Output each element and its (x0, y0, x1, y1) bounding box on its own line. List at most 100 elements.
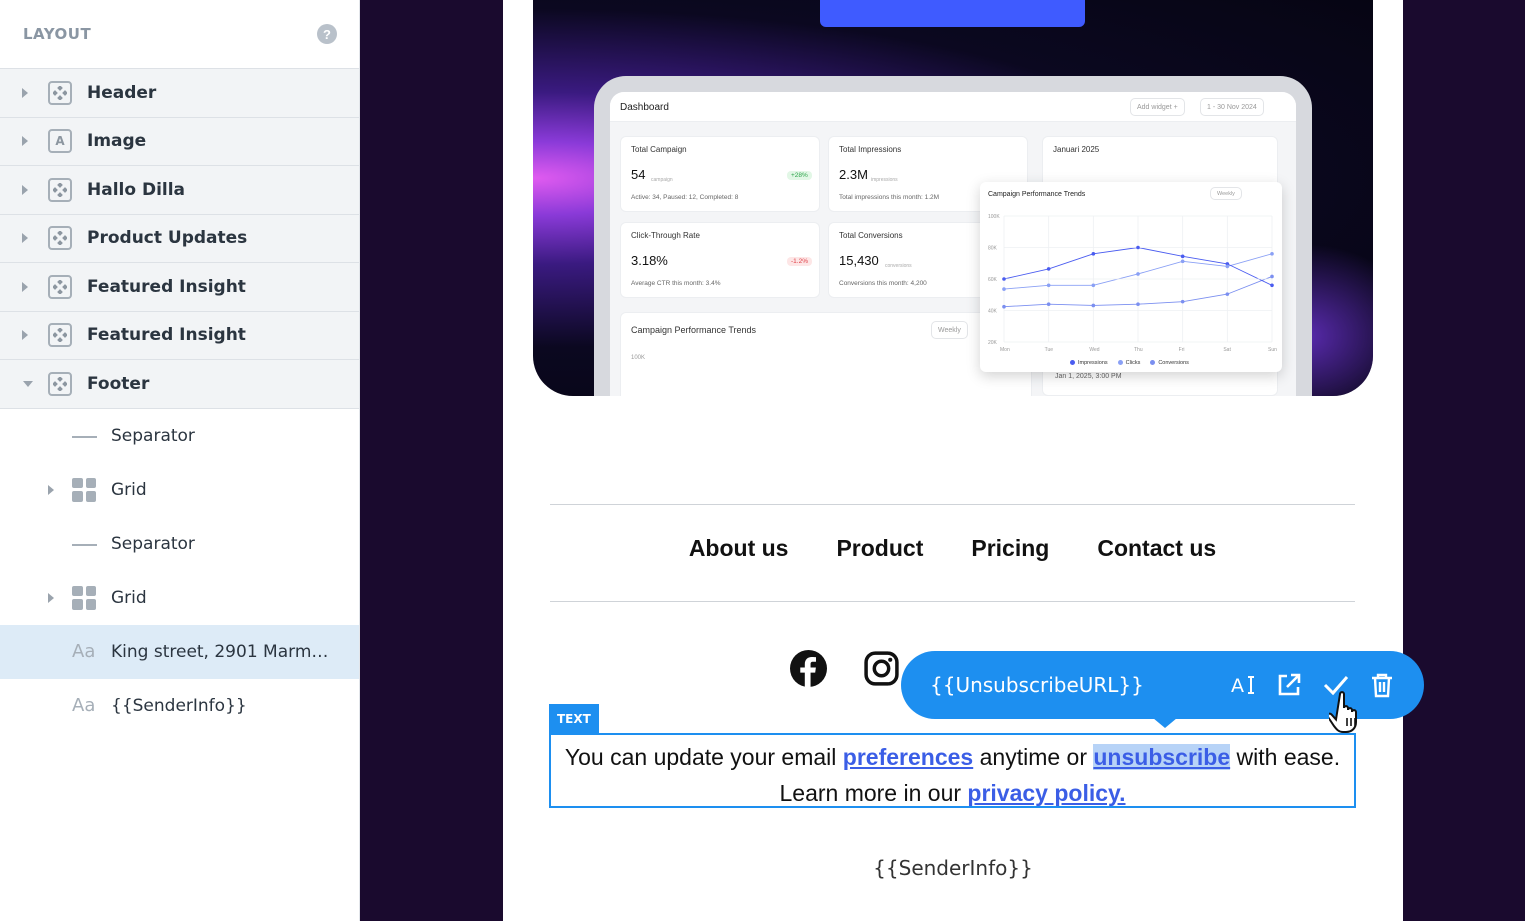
sidebar-item-product-updates[interactable]: Product Updates (0, 214, 359, 263)
sidebar-child-label: King street, 2901 Marmara... (111, 641, 336, 662)
sidebar-child-address-text[interactable]: Aa King street, 2901 Marmara... (0, 624, 359, 679)
delete-trash-icon[interactable] (1368, 671, 1396, 699)
chart-point (1136, 272, 1140, 276)
sidebar-item-label: Footer (87, 373, 150, 394)
trends-ytick: 100K (631, 355, 646, 361)
trends-card: Campaign Performance Trends Weekly 100K (620, 312, 1032, 396)
kpi-title: Click-Through Rate (631, 231, 700, 240)
chart-xtick-label: Tue (1045, 347, 1054, 353)
chart-ytick-label: 40K (988, 309, 998, 315)
kpi-title: Total Impressions (839, 145, 902, 154)
footer-text: anytime or (973, 744, 1094, 770)
legend-conversions: Conversions (1150, 360, 1189, 366)
instagram-icon[interactable] (863, 650, 900, 687)
sidebar-child-sender-info[interactable]: Aa {{SenderInfo}} (0, 678, 359, 733)
sidebar-child-separator[interactable]: Separator (0, 408, 359, 463)
footer-text: You can update your email (564, 744, 843, 770)
kpi-value: 15,430 (839, 253, 879, 268)
privacy-policy-link[interactable]: privacy policy. (967, 780, 1125, 806)
sidebar-item-footer[interactable]: Footer (0, 360, 359, 409)
hero-image[interactable]: Dashboard Add widget + 1 - 30 Nov 2024 T… (533, 0, 1373, 396)
block-icon (48, 371, 72, 396)
chart-point (1002, 304, 1006, 309)
chart-ytick-label: 60K (988, 277, 998, 283)
text-icon: A (48, 129, 72, 154)
trends-popup-chart: Campaign Performance Trends Weekly 100K 8… (980, 182, 1282, 372)
footer-link-about[interactable]: About us (689, 535, 789, 562)
sidebar-item-featured-insight[interactable]: Featured Insight (0, 311, 359, 360)
chart-xtick-label: Sun (1268, 347, 1277, 353)
expand-arrow-icon[interactable] (22, 87, 28, 98)
chart-xtick-label: Fri (1179, 347, 1185, 353)
social-links (790, 650, 900, 687)
footer-separator-top (550, 504, 1355, 505)
chart-point (1180, 299, 1185, 304)
calendar-month: Januari 2025 (1053, 145, 1100, 154)
footer-text-block[interactable]: You can update your email preferences an… (549, 733, 1356, 808)
expand-arrow-icon[interactable] (22, 330, 28, 341)
chart-point (1225, 264, 1230, 269)
footer-text: with ease. (1230, 744, 1341, 770)
sidebar-item-header[interactable]: Header (0, 69, 359, 118)
collapse-arrow-icon[interactable] (23, 380, 33, 387)
expand-arrow-icon[interactable] (22, 233, 28, 244)
sidebar-item-hallo-dilla[interactable]: Hallo Dilla (0, 166, 359, 215)
footer-link-product[interactable]: Product (836, 535, 923, 562)
cta-button[interactable] (820, 0, 1085, 27)
trends-title: Campaign Performance Trends (631, 325, 757, 335)
sidebar-item-image[interactable]: A Image (0, 117, 359, 166)
kpi-unit: impressions (871, 177, 898, 183)
chart-point (1270, 283, 1274, 288)
sender-info[interactable]: {{SenderInfo}} (503, 856, 1403, 880)
facebook-icon[interactable] (790, 650, 827, 687)
chart-ytick-label: 20K (988, 340, 998, 346)
chart-xtick-label: Wed (1089, 347, 1099, 353)
help-icon[interactable]: ? (317, 24, 337, 44)
kpi-unit: conversions (885, 263, 912, 269)
chart-point (1225, 292, 1230, 296)
footer-link-pricing[interactable]: Pricing (971, 535, 1049, 562)
add-widget-button: Add widget + (1130, 98, 1185, 116)
chart-point (1180, 254, 1185, 259)
expand-arrow-icon[interactable] (22, 184, 28, 195)
block-icon (48, 323, 72, 348)
block-icon (48, 274, 72, 299)
footer-nav: About us Product Pricing Contact us (550, 535, 1355, 562)
separator-icon (72, 543, 97, 546)
kpi-title: Total Conversions (839, 231, 903, 240)
chart-point (1136, 245, 1140, 250)
kpi-card: Click-Through Rate 3.18% -1.2% Average C… (620, 222, 820, 298)
kpi-value: 3.18% (631, 253, 668, 268)
popup-line-chart: 100K 80K 60K 40K 20KMon Tue Wed Thu Fri Sat Sun (988, 214, 1277, 353)
sidebar-child-separator[interactable]: Separator (0, 516, 359, 571)
hand-cursor-icon (1329, 691, 1357, 733)
expand-arrow-icon[interactable] (22, 281, 28, 292)
chart-ytick-label: 80K (988, 246, 998, 252)
footer-separator-bottom (550, 601, 1355, 602)
text-format-icon[interactable]: A (1228, 671, 1256, 699)
chart-point (1046, 302, 1051, 306)
kpi-value: 2.3M (839, 167, 868, 182)
chart-point (1270, 252, 1274, 256)
sidebar-child-grid[interactable]: Grid (0, 570, 359, 625)
chart-ytick-label: 100K (988, 214, 1000, 220)
open-external-icon[interactable] (1275, 671, 1303, 699)
kpi-title: Total Campaign (631, 145, 687, 154)
link-url-input[interactable]: {{UnsubscribeURL}} (930, 673, 1144, 697)
event-time: Jan 1, 2025, 3:00 PM (1055, 373, 1122, 380)
chart-xtick-label: Sat (1223, 347, 1231, 353)
chart-point (1270, 274, 1274, 279)
sidebar-child-label: Separator (111, 425, 195, 446)
sidebar-child-grid[interactable]: Grid (0, 462, 359, 517)
expand-arrow-icon[interactable] (22, 136, 28, 147)
unsubscribe-link[interactable]: unsubscribe (1093, 744, 1231, 770)
preferences-link[interactable]: preferences (843, 744, 973, 770)
kpi-sub: Average CTR this month: 3.4% (631, 280, 721, 287)
expand-arrow-icon[interactable] (48, 592, 54, 603)
text-block-tag: TEXT (549, 704, 599, 733)
footer-link-contact[interactable]: Contact us (1097, 535, 1216, 562)
sidebar-item-featured-insight[interactable]: Featured Insight (0, 263, 359, 312)
block-icon (48, 226, 72, 251)
expand-arrow-icon[interactable] (48, 484, 54, 495)
chart-point (1136, 302, 1140, 306)
